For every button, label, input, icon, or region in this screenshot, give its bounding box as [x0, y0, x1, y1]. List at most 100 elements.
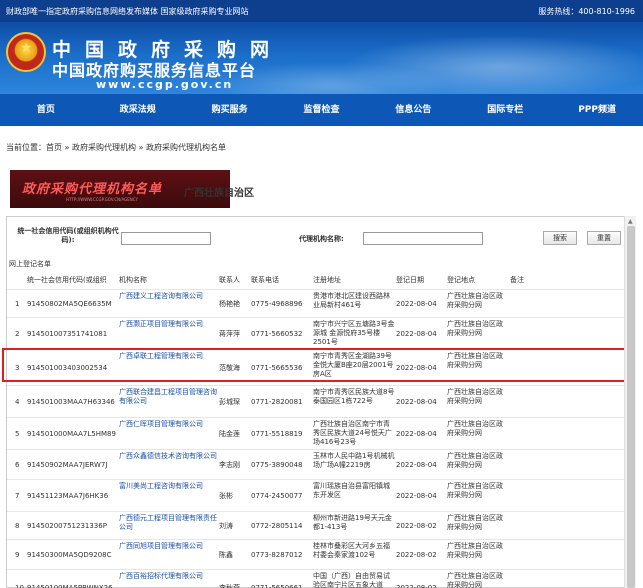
cell-name[interactable]: 广西众鑫德信技术咨询有限公司	[119, 452, 219, 461]
cell-date: 2022-08-02	[396, 584, 437, 588]
cell-date: 2022-08-04	[396, 330, 437, 338]
search-button[interactable]: 搜索	[543, 231, 577, 245]
column-header-contact: 联系人	[219, 276, 240, 284]
table-row: 9 914503​00MA5QD9208C 广西同旭项目管理有限公司 陈鑫 0773-8…	[7, 539, 629, 569]
cell-no: 8	[15, 522, 20, 530]
service-hotline: 服务热线：400-810-1996	[538, 7, 635, 16]
site-logo-url: www.ccgp.gov.cn	[96, 78, 234, 91]
cell-code: 914503​00MA5QD9208C	[27, 551, 112, 559]
cell-no: 6	[15, 461, 20, 469]
cell-place: 广西壮族自治区政府采购分网	[447, 514, 503, 531]
cell-name[interactable]: 广西联合建昌工程项目管理咨询有限公司	[119, 388, 219, 406]
site-banner: 中国政府采购网 中国政府购买服务信息平台 www.ccgp.gov.cn	[0, 22, 643, 94]
nav-item-purchase-services[interactable]: 购买服务	[184, 94, 276, 126]
column-header-date: 登记日期	[396, 276, 424, 284]
cell-name[interactable]: 广西百裕招标代理有限公司	[119, 572, 219, 581]
cell-code: 91450200751231336P	[27, 522, 107, 530]
nav-item-ppp[interactable]: PPP频道	[551, 94, 643, 126]
nav-item-regulations[interactable]: 政采法规	[92, 94, 184, 126]
cell-phone: 0771-5660532	[251, 330, 303, 338]
cell-address: 玉林市人民中路1号机械机场广场A幢2219房	[313, 452, 395, 469]
cell-phone: 0771-5518819	[251, 430, 303, 438]
cell-name[interactable]: 广西仁晖项目管理有限公司	[119, 420, 219, 429]
cell-contact: 杨艳艳	[219, 300, 240, 308]
cell-phone: 0772-2805114	[251, 522, 303, 530]
nav-item-home[interactable]: 首页	[0, 94, 92, 126]
cell-phone: 0775-4968896	[251, 300, 303, 308]
cell-name[interactable]: 广西同旭项目管理有限公司	[119, 542, 219, 551]
column-header-name: 机构名称	[119, 276, 147, 284]
nav-item-international[interactable]: 国际专栏	[459, 94, 551, 126]
column-header-code: 统一社会信用代码(或组织	[27, 276, 107, 284]
cell-phone: 0771-2820081	[251, 398, 303, 406]
nav-item-announcements[interactable]: 信息公告	[367, 94, 459, 126]
cell-phone: 0775-3890048	[251, 461, 303, 469]
cell-place: 广西壮族自治区政府采购分网	[447, 452, 503, 469]
breadcrumb: 当前位置：首页 » 政府采购代理机构 » 政府采购代理机构名单	[6, 143, 226, 152]
cell-place: 广西壮族自治区政府采购分网	[447, 320, 503, 337]
cell-place: 广西壮族自治区政府采购分网	[447, 482, 503, 499]
site-slogan: 财政部唯一指定政府采购信息网络发布媒体 国家级政府采购专业网站	[6, 7, 249, 16]
section-label: 网上登记名单	[9, 260, 51, 268]
cell-no: 7	[15, 492, 20, 500]
agency-name-input[interactable]	[363, 232, 483, 245]
page-title: 政府采购代理机构名单	[22, 182, 163, 197]
cell-address: 南宁市兴宁区五塘路3号金源城 金源悦府35号楼2501号	[313, 320, 395, 346]
cell-address: 广西壮族自治区南宁市青秀区民族大道24号悦天广场416号23号	[313, 420, 392, 446]
cell-code: 914501​00MA5PBWNX26	[27, 584, 113, 588]
cell-no: 10	[15, 584, 24, 588]
cell-contact: 陆金莲	[219, 430, 240, 438]
highlight-box	[2, 348, 628, 382]
cell-no: 9	[15, 551, 20, 559]
cell-no: 4	[15, 398, 20, 406]
scroll-up-arrow-icon[interactable]: ▲	[628, 218, 633, 225]
main-nav: 首页 政采法规 购买服务 监督检查 信息公告 国际专栏 PPP频道	[0, 94, 643, 126]
cell-address: 贵港市港北区建设西路林业局新村461号	[313, 292, 390, 309]
nav-item-supervision[interactable]: 监督检查	[276, 94, 368, 126]
search-form: 统一社会信用代码(或组织机构代码): 代理机构名称: 搜索 重置	[7, 217, 629, 253]
cell-address: 桂林市叠彩区大河乡五福村委会秦家渡102号	[313, 542, 390, 559]
cell-name[interactable]: 富川美尚工程咨询有限公司	[119, 482, 219, 491]
scrollbar[interactable]: ▲	[624, 216, 636, 588]
table-row: 5 914501000MAA7L5HM89 广西仁晖项目管理有限公司 陆金莲 0771-…	[7, 417, 629, 449]
cell-address: 中国（广西）自由贸易试验区南宁片区五象大道403号富雅国际金融中心G2栋706号	[313, 572, 390, 588]
cell-address: 富川瑶族自治县富阳镇城东开发区	[313, 482, 390, 499]
cell-code: 914501000MAA7L5HM89	[27, 430, 116, 438]
cell-code: 91450100735174108​1	[27, 330, 108, 338]
reset-button[interactable]: 重置	[587, 231, 621, 245]
table-row: 4 914501003MAA7H63346 广西联合建昌工程项目管理咨询有限公司 彭城…	[7, 385, 629, 417]
agency-name-label: 代理机构名称:	[299, 235, 344, 243]
column-header-phone: 联系电话	[251, 276, 279, 284]
page-title-url: HTTP://WWW.CCGP.GOV.CN/AGENCY	[66, 197, 138, 202]
cell-place: 广西壮族自治区政府采购分网	[447, 388, 503, 405]
column-header-note: 备注	[510, 276, 524, 284]
cell-no: 2	[15, 330, 20, 338]
cell-phone: 0773-8287012	[251, 551, 303, 559]
cell-date: 2022-08-04	[396, 300, 437, 308]
cell-name[interactable]: 广西灏正项目管理有限公司	[119, 320, 219, 329]
region-label: 广西壮族自治区	[184, 188, 254, 199]
column-header-address: 注册地址	[313, 276, 341, 284]
table-row: 10 914501​00MA5PBWNX26 广西百裕招标代理有限公司 李秋燕 0771…	[7, 569, 629, 588]
credit-code-input[interactable]	[121, 232, 211, 245]
cell-phone: 0774-2450077	[251, 492, 303, 500]
cell-name[interactable]: 广西德元工程项目管理有限责任公司	[119, 514, 219, 532]
cell-date: 2022-08-02	[396, 551, 437, 559]
cell-contact: 刘涛	[219, 522, 233, 530]
cell-place: 广西壮族自治区政府采购分网	[447, 572, 503, 588]
cell-contact: 李志刚	[219, 461, 240, 469]
table-header: 统一社会信用代码(或组织 机构名称 联系人 联系电话 注册地址 登记日期 登记地…	[7, 273, 629, 285]
cell-name[interactable]: 广西建义工程咨询有限公司	[119, 292, 219, 301]
cell-date: 2022-08-04	[396, 430, 437, 438]
cell-date: 2022-08-04	[396, 461, 437, 469]
cell-contact: 张彬	[219, 492, 233, 500]
cell-address: 南宁市青秀区民族大道8号泰国园区1栋722号	[313, 388, 395, 405]
table-row: 1 91450802MA5QE6635M 广西建义工程咨询有限公司 杨艳艳 0775-4…	[7, 289, 629, 317]
cell-date: 2022-08-02	[396, 522, 437, 530]
column-header-place: 登记地点	[447, 276, 475, 284]
agency-list-panel: 统一社会信用代码(或组织机构代码): 代理机构名称: 搜索 重置 网上登记名单 …	[6, 216, 630, 588]
cell-code: 91450802MA5QE6635M	[27, 300, 112, 308]
scrollbar-thumb[interactable]	[627, 226, 635, 588]
cell-address: 柳州市新进路19号天元金都1-413号	[313, 514, 392, 531]
table-row: 2 91450100735174108​1 广西灏正项目管理有限公司 蒋萍萍 0771-…	[7, 317, 629, 349]
